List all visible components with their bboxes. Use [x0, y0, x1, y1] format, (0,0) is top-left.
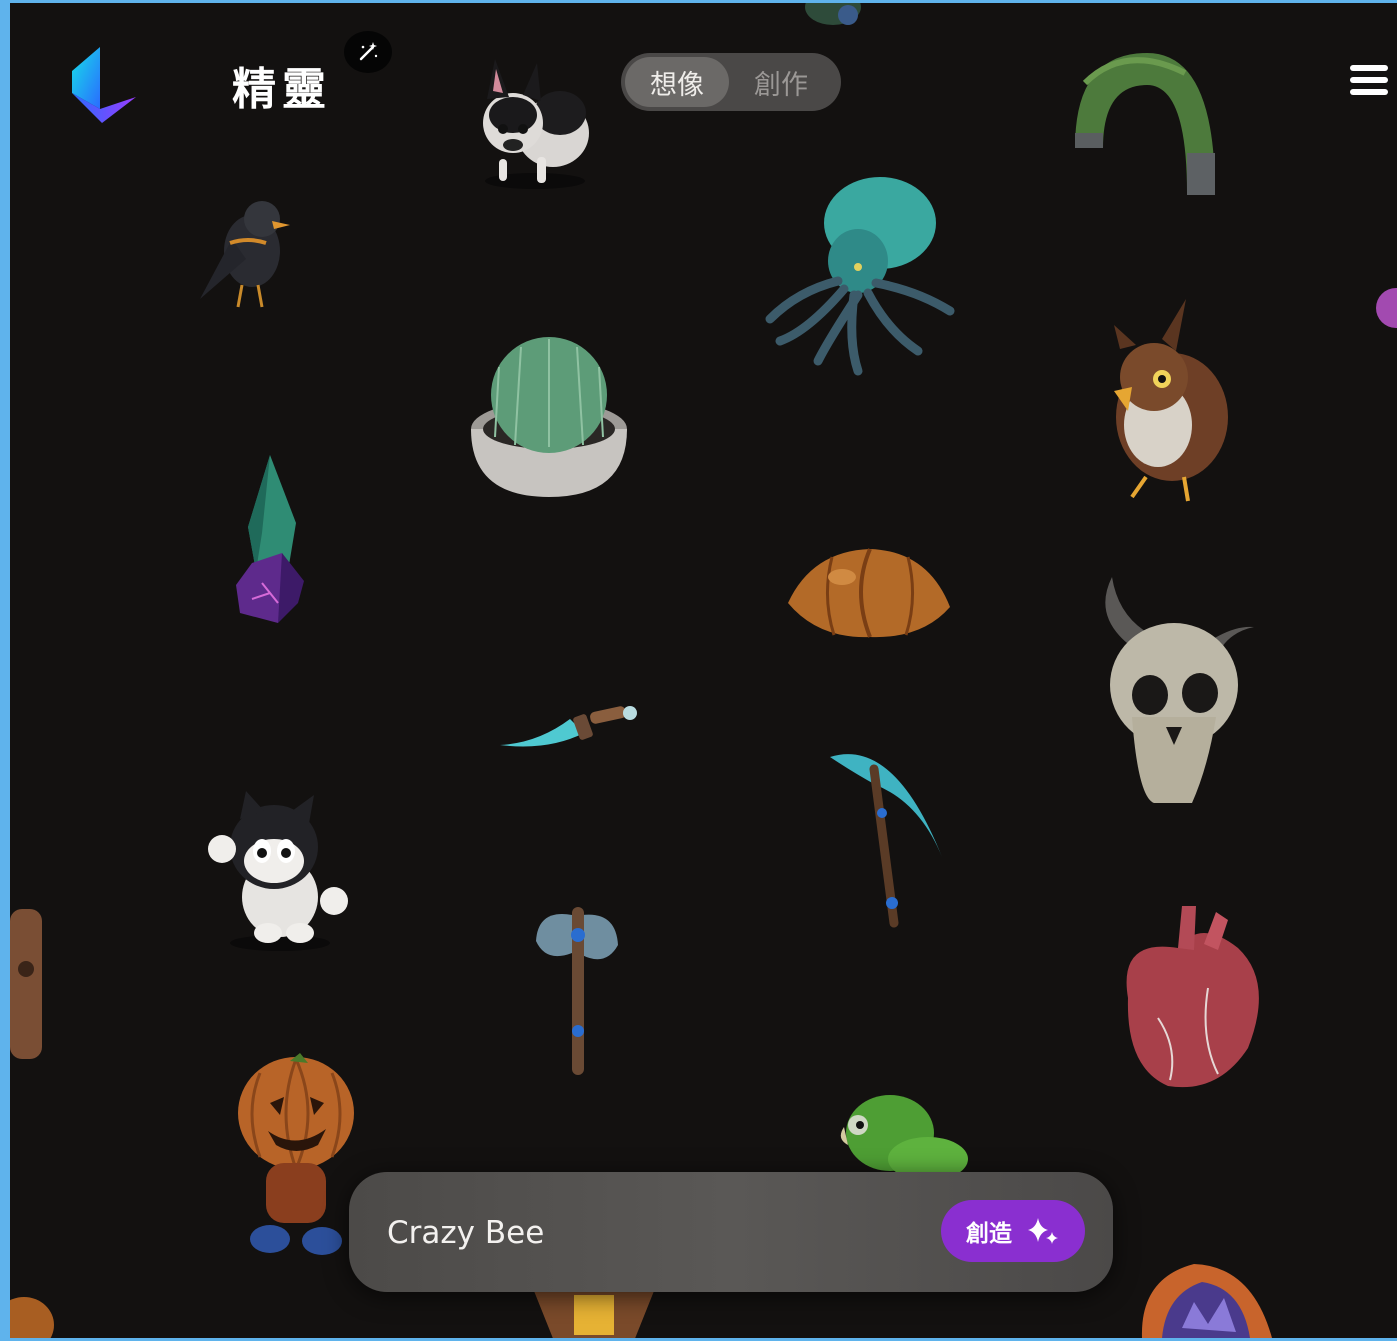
owl[interactable]: [1092, 299, 1252, 509]
battle-axe[interactable]: [532, 901, 622, 1081]
partial-object-bottom-left[interactable]: [10, 1289, 58, 1338]
sparkle-icon: [1028, 1218, 1058, 1244]
horned-skull[interactable]: [1082, 567, 1262, 817]
dark-bird[interactable]: [190, 181, 300, 316]
tab-imagine[interactable]: 想像: [625, 57, 729, 107]
tab-create[interactable]: 創作: [729, 57, 833, 107]
geode[interactable]: [1132, 1258, 1277, 1338]
app-canvas: 精靈 想像 創作 Crazy Bee 創造: [10, 3, 1397, 1338]
cactus-pot[interactable]: [465, 321, 635, 506]
french-bulldog[interactable]: [465, 41, 600, 191]
partial-object-top[interactable]: [788, 3, 878, 37]
partial-object-right[interactable]: [1370, 278, 1397, 358]
partial-object-bottom[interactable]: [524, 1285, 664, 1338]
stone-arch[interactable]: [1065, 43, 1225, 203]
prompt-input[interactable]: [385, 1204, 909, 1262]
crystal[interactable]: [222, 453, 322, 633]
cartoon-cat[interactable]: [204, 789, 354, 954]
scythe[interactable]: [824, 743, 954, 933]
magic-wand-button[interactable]: [344, 31, 392, 73]
create-button[interactable]: 創造: [941, 1200, 1085, 1262]
create-button-label: 創造: [966, 1221, 1012, 1247]
partial-object-left[interactable]: [10, 909, 46, 1059]
prompt-bar: 創造: [349, 1172, 1113, 1292]
logo[interactable]: [70, 47, 140, 127]
green-parrot[interactable]: [832, 1087, 972, 1183]
mode-toggle[interactable]: 想像 創作: [621, 53, 841, 111]
dagger[interactable]: [498, 699, 643, 757]
menu-icon: [1350, 65, 1388, 71]
octopus[interactable]: [758, 171, 958, 381]
menu-button[interactable]: [1350, 65, 1388, 99]
croissant[interactable]: [782, 541, 957, 651]
anatomical-heart[interactable]: [1108, 898, 1268, 1098]
app-title: 精靈: [232, 64, 332, 115]
magic-wand-icon: [359, 42, 378, 61]
